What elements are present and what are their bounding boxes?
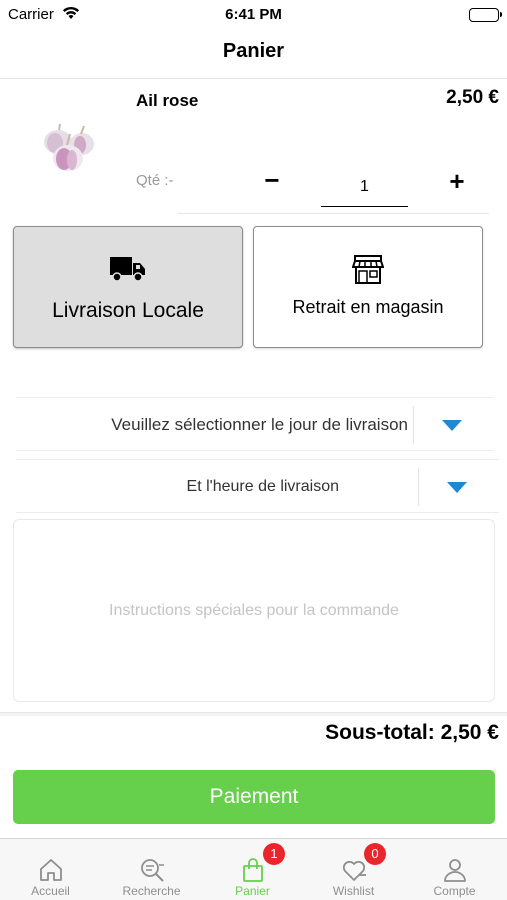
wishlist-count-badge: 0 (364, 843, 386, 865)
store-pickup-label: Retrait en magasin (292, 297, 444, 317)
local-delivery-option[interactable]: Livraison Locale (13, 226, 243, 348)
tab-accueil[interactable]: Accueil (0, 839, 101, 900)
tab-compte[interactable]: Compte (404, 839, 505, 900)
special-instructions-field[interactable]: Instructions spéciales pour la commande (13, 519, 495, 702)
dropdown-separator (418, 468, 419, 506)
product-price: 2,50 € (446, 87, 499, 108)
store-pickup-option[interactable]: Retrait en magasin (253, 226, 483, 348)
tab-recherche[interactable]: Recherche (101, 839, 202, 900)
nav-divider (0, 78, 507, 79)
quantity-input[interactable]: 1 (321, 176, 408, 207)
delivery-hour-dropdown[interactable]: Et l'heure de livraison (16, 459, 499, 513)
battery-icon (469, 8, 502, 22)
clock-time: 6:41 PM (225, 6, 282, 23)
subtotal-text: Sous-total: 2,50 € (325, 721, 499, 744)
product-image-garlic (34, 120, 100, 176)
delivery-hour-label: Et l'heure de livraison (186, 478, 339, 495)
quantity-label: Qté :- (136, 172, 174, 189)
dropdown-separator (413, 406, 414, 444)
store-icon (254, 253, 482, 290)
quantity-increase-button[interactable]: + (446, 168, 468, 194)
local-delivery-label: Livraison Locale (52, 299, 204, 322)
tab-wishlist[interactable]: 0 Wishlist (303, 839, 404, 900)
home-icon (0, 857, 101, 885)
chevron-down-icon[interactable] (442, 420, 462, 431)
truck-icon (14, 255, 242, 288)
bag-icon (202, 857, 303, 885)
tab-label: Compte (433, 884, 476, 898)
item-divider (178, 213, 489, 214)
tab-label: Wishlist (332, 884, 375, 898)
user-icon (404, 857, 505, 885)
search-icon (101, 857, 202, 885)
delivery-day-label: Veuillez sélectionner le jour de livrais… (111, 415, 408, 434)
quantity-decrease-button[interactable]: − (262, 167, 282, 193)
product-name: Ail rose (136, 91, 199, 110)
cart-count-badge: 1 (263, 843, 285, 865)
tab-bar: Accueil Recherche 1 Panier 0 Wishlist Co… (0, 838, 507, 900)
tab-label: Accueil (31, 884, 70, 898)
subtotal-divider (0, 712, 507, 716)
tab-label: Recherche (122, 884, 181, 898)
chevron-down-icon[interactable] (447, 482, 467, 493)
tab-panier[interactable]: 1 Panier (202, 839, 303, 900)
payment-button[interactable]: Paiement (13, 770, 495, 824)
delivery-day-dropdown[interactable]: Veuillez sélectionner le jour de livrais… (16, 397, 493, 451)
status-bar: Carrier 6:41 PM (0, 0, 507, 30)
heart-icon (303, 857, 404, 885)
tab-label: Panier (235, 884, 270, 898)
special-instructions-placeholder: Instructions spéciales pour la commande (109, 602, 399, 619)
page-title: Panier (222, 40, 285, 62)
